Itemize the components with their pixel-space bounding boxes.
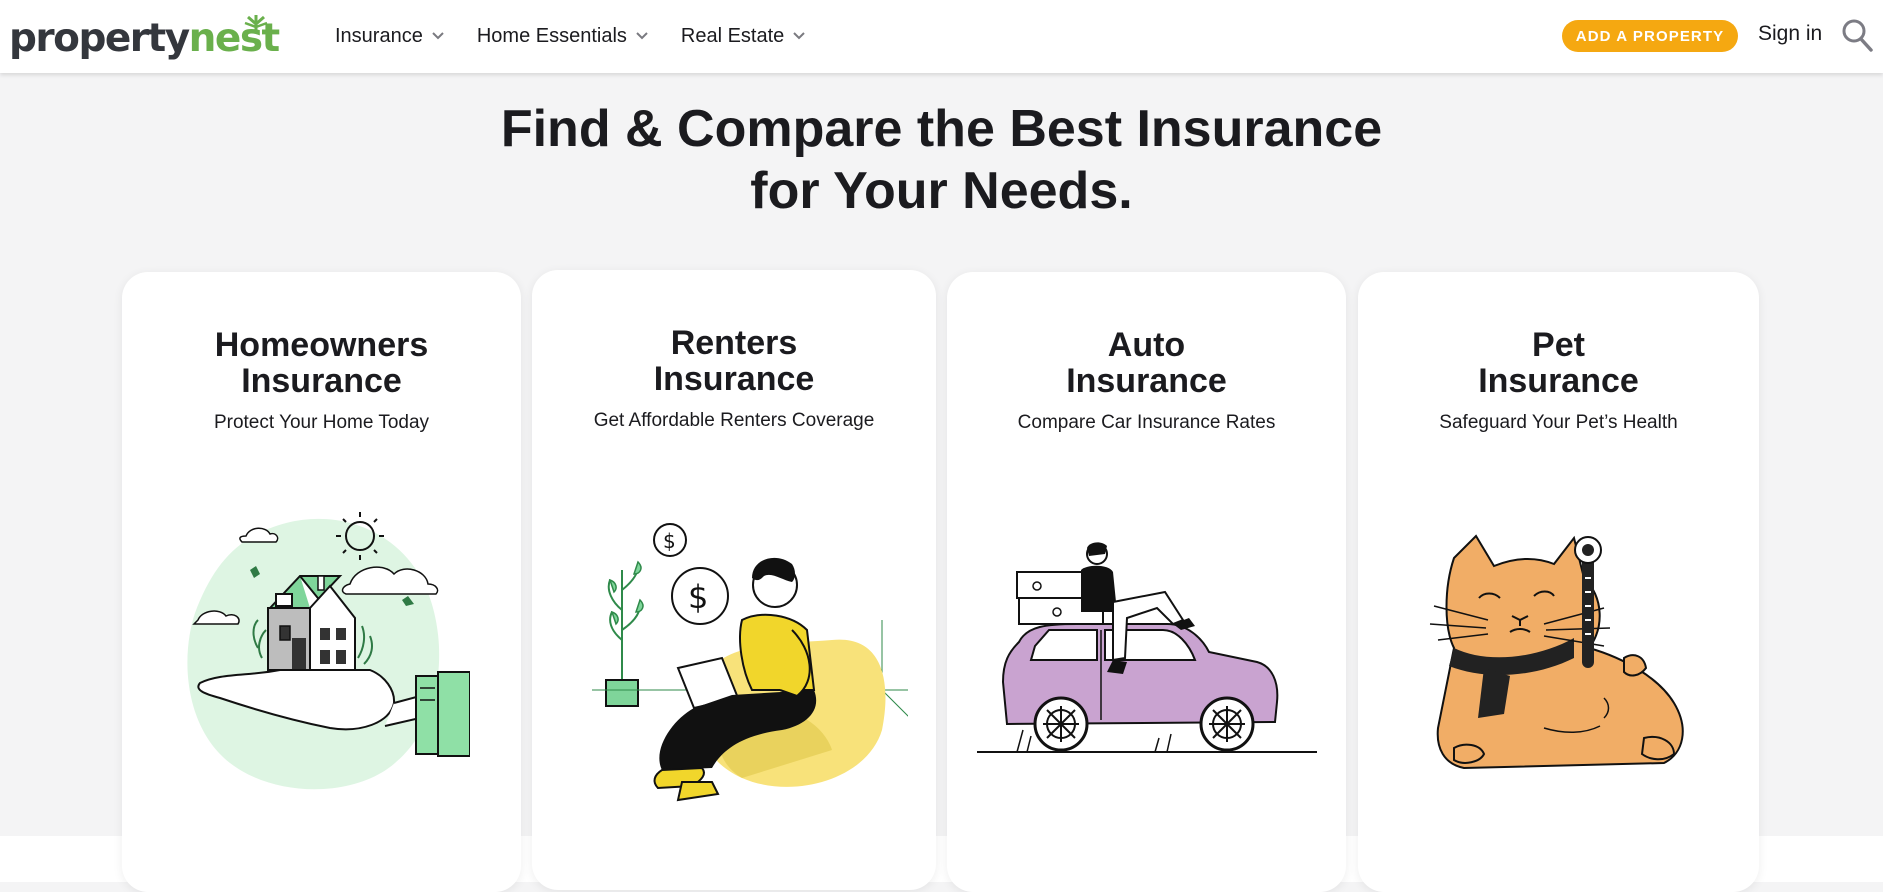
page-title-line2: for Your Needs. bbox=[750, 162, 1133, 220]
page-title: Find & Compare the Best Insurance for Yo… bbox=[0, 98, 1883, 222]
card-subtitle: Protect Your Home Today bbox=[213, 412, 430, 433]
card-title: Auto Insurance bbox=[1066, 326, 1227, 400]
card-title: Homeowners Insurance bbox=[214, 326, 429, 400]
search-icon[interactable] bbox=[1840, 17, 1874, 53]
nav-label: Home Essentials bbox=[476, 24, 627, 47]
svg-text:$: $ bbox=[663, 529, 676, 553]
card-pet-insurance[interactable]: Pet Insurance Safeguard Your Pet’s Health bbox=[1358, 272, 1759, 892]
nav-home-essentials[interactable]: Home Essentials bbox=[477, 20, 649, 52]
card-renters-insurance[interactable]: Renters Insurance Get Affordable Renters … bbox=[532, 270, 936, 890]
sprout-icon bbox=[244, 15, 268, 30]
card-subtitle: Compare Car Insurance Rates bbox=[1017, 412, 1276, 433]
nav-real-estate[interactable]: Real Estate bbox=[681, 20, 806, 52]
card-subtitle: Safeguard Your Pet’s Health bbox=[1439, 412, 1678, 433]
page-title-line1: Find & Compare the Best Insurance bbox=[500, 100, 1383, 158]
person-with-laptop-illustration: $ $ bbox=[592, 523, 908, 802]
propertynest-logo[interactable]: propertynest bbox=[9, 8, 280, 64]
card-homeowners-insurance[interactable]: Homeowners Insurance Protect Your Home To… bbox=[122, 272, 521, 892]
card-title: Renters Insurance bbox=[653, 324, 815, 398]
logo-text-property: property bbox=[9, 16, 190, 61]
chevron-down-icon bbox=[636, 32, 648, 40]
nav-label: Real Estate bbox=[680, 24, 785, 47]
cat-with-thermometer-illustration bbox=[1429, 534, 1684, 770]
card-subtitle: Get Affordable Renters Coverage bbox=[593, 410, 875, 431]
main-nav: Insurance Home Essentials Real Estate bbox=[335, 20, 838, 52]
nav-label: Insurance bbox=[335, 24, 423, 47]
card-auto-insurance[interactable]: Auto Insurance Compare Car Insurance Rate… bbox=[947, 272, 1346, 892]
logo-text-nest: nest bbox=[189, 15, 280, 61]
site-header: propertynest Insurance Home Essentials R… bbox=[0, 0, 1883, 73]
svg-text:$: $ bbox=[688, 578, 708, 616]
card-title: Pet Insurance bbox=[1478, 326, 1639, 400]
woman-on-car-illustration bbox=[977, 542, 1317, 753]
chevron-down-icon bbox=[432, 32, 444, 40]
house-in-hand-illustration bbox=[187, 512, 470, 790]
sign-in-link[interactable]: Sign in bbox=[1758, 22, 1822, 46]
add-property-button[interactable]: ADD A PROPERTY bbox=[1562, 20, 1738, 52]
nav-insurance[interactable]: Insurance bbox=[335, 20, 445, 52]
chevron-down-icon bbox=[793, 32, 806, 40]
